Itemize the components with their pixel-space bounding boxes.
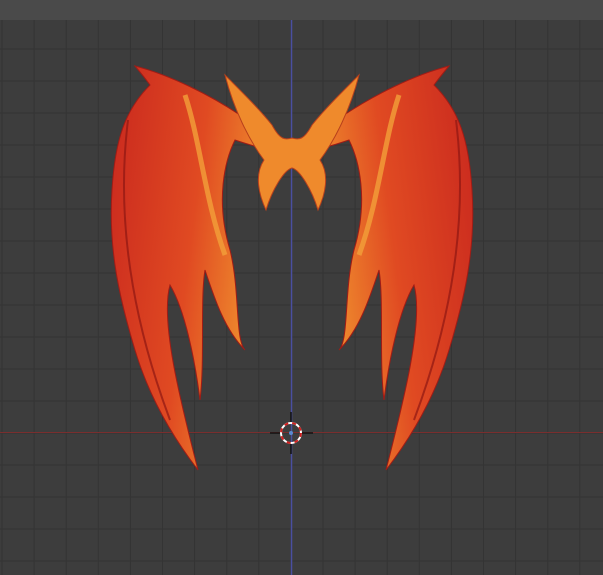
floor-grid — [0, 20, 603, 575]
3d-viewport[interactable] — [0, 0, 603, 575]
3d-cursor-icon[interactable] — [270, 412, 313, 454]
viewport-canvas[interactable] — [0, 0, 603, 575]
